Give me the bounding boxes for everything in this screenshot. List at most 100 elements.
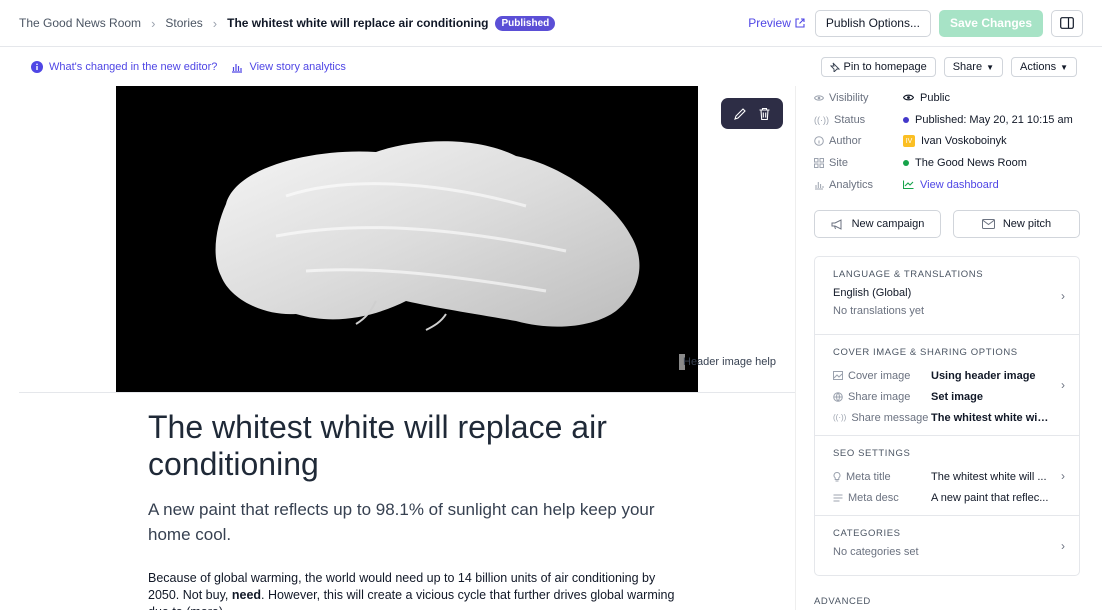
preview-label: Preview xyxy=(748,16,791,30)
categories-section[interactable]: CATEGORIES No categories set › xyxy=(815,516,1079,575)
categories-heading: CATEGORIES xyxy=(833,528,901,540)
trash-icon[interactable] xyxy=(758,107,771,121)
bar-chart-icon xyxy=(232,63,243,73)
meta-title-row: Meta title The whitest white will ... xyxy=(833,466,1061,487)
new-pitch-label: New pitch xyxy=(1002,218,1052,231)
share-image-key: Share image xyxy=(848,390,911,403)
site-value: The Good News Room xyxy=(915,156,1027,169)
chevron-right-icon: › xyxy=(1061,378,1065,393)
divider xyxy=(19,392,795,393)
language-heading: LANGUAGE & TRANSLATIONS xyxy=(833,269,984,281)
author-label: Author xyxy=(829,135,862,148)
broadcast-icon: ((·)) xyxy=(814,114,829,125)
site-dot xyxy=(903,159,909,166)
site-label: Site xyxy=(829,156,848,169)
visibility-label: Visibility xyxy=(829,91,869,104)
pin-label: Pin to homepage xyxy=(843,61,927,73)
breadcrumb-site[interactable]: The Good News Room xyxy=(19,16,141,30)
header-image-help[interactable]: Header image help xyxy=(679,354,778,370)
meta-desc-value: A new paint that reflec... xyxy=(931,491,1049,504)
share-image-row: Share image Set image xyxy=(833,386,1061,407)
analytics-value: View dashboard xyxy=(920,178,999,191)
pin-icon xyxy=(829,62,840,72)
meta-desc-key: Meta desc xyxy=(848,491,899,504)
text-lines-icon xyxy=(833,494,843,502)
share-message-value: The whitest white will ... xyxy=(931,411,1051,424)
broadcast-icon: ((·)) xyxy=(833,413,847,423)
language-section[interactable]: LANGUAGE & TRANSLATIONS English (Global)… xyxy=(815,257,1079,336)
actions-dropdown[interactable]: Actions ▼ xyxy=(1011,57,1077,77)
analytics-label: Analytics xyxy=(829,178,874,191)
whats-changed-label: What's changed in the new editor? xyxy=(49,61,218,73)
pencil-icon[interactable] xyxy=(733,107,747,121)
status-value: Published: May 20, 21 10:15 am xyxy=(915,113,1073,126)
status-label: Status xyxy=(834,113,866,126)
body-bold-text: need xyxy=(231,588,262,602)
chevron-right-icon: › xyxy=(1061,538,1065,553)
top-bar: The Good News Room › Stories › The white… xyxy=(0,0,1102,47)
meta-analytics: Analytics View dashboard xyxy=(814,174,1080,196)
story-editor: Header image help The whitest white will… xyxy=(19,86,796,610)
settings-panel: LANGUAGE & TRANSLATIONS English (Global)… xyxy=(814,256,1080,577)
new-campaign-label: New campaign xyxy=(851,218,925,231)
external-link-icon xyxy=(795,18,805,28)
megaphone-icon xyxy=(831,219,842,230)
mail-icon xyxy=(981,219,995,230)
pin-homepage-button[interactable]: Pin to homepage xyxy=(820,57,936,77)
seo-heading: SEO SETTINGS xyxy=(833,448,911,460)
lightbulb-icon xyxy=(833,471,841,482)
page-title: The whitest white will replace air condi… xyxy=(227,16,489,30)
grid-icon xyxy=(814,157,824,168)
meta-title-value: The whitest white will ... xyxy=(931,470,1047,483)
cover-image-key: Cover image xyxy=(848,369,911,382)
sub-bar: What's changed in the new editor? View s… xyxy=(0,48,1102,86)
chevron-right-icon: › xyxy=(151,15,156,31)
story-analytics-label: View story analytics xyxy=(249,61,346,73)
toggle-sidebar-button[interactable] xyxy=(1051,9,1083,37)
cover-image-row: Cover image Using header image xyxy=(833,365,1061,386)
whats-changed-link[interactable]: What's changed in the new editor? xyxy=(31,61,217,73)
share-dropdown[interactable]: Share ▼ xyxy=(943,57,1003,77)
trend-icon xyxy=(903,180,914,190)
view-dashboard-link[interactable]: View dashboard xyxy=(903,179,999,191)
breadcrumb-stories[interactable]: Stories xyxy=(165,16,202,30)
info-icon xyxy=(31,61,43,73)
status-dot xyxy=(903,116,909,123)
cover-image-section[interactable]: COVER IMAGE & SHARING OPTIONS Cover imag… xyxy=(815,335,1079,437)
visibility-value: Public xyxy=(920,91,950,104)
cover-image-value: Using header image xyxy=(931,369,1036,382)
advanced-heading[interactable]: ADVANCED xyxy=(814,596,1080,607)
actions-label: Actions xyxy=(1020,61,1057,73)
categories-note: No categories set xyxy=(833,546,919,559)
publish-options-button[interactable]: Publish Options... xyxy=(814,9,931,37)
share-label: Share xyxy=(952,61,983,73)
info-icon xyxy=(814,136,824,147)
share-image-value: Set image xyxy=(931,390,983,403)
story-analytics-link[interactable]: View story analytics xyxy=(231,61,346,73)
chevron-right-icon: › xyxy=(212,15,218,31)
preview-link[interactable]: Preview xyxy=(748,16,805,30)
globe-icon xyxy=(833,392,843,402)
translations-note: No translations yet xyxy=(833,305,925,318)
meta-author: Author IV Ivan Voskoboinyk xyxy=(814,130,1080,152)
caret-down-icon: ▼ xyxy=(1060,62,1068,72)
language-value: English (Global) xyxy=(833,287,912,300)
share-message-key: Share message xyxy=(851,411,929,424)
new-campaign-button[interactable]: New campaign xyxy=(814,210,941,239)
avatar: IV xyxy=(903,135,915,148)
story-title[interactable]: The whitest white will replace air condi… xyxy=(148,409,708,483)
meta-status: ((·)) Status Published: May 20, 21 10:15… xyxy=(814,109,1080,131)
meta-visibility: Visibility Public xyxy=(814,87,1080,109)
story-subtitle[interactable]: A new paint that reflects up to 98.1% of… xyxy=(148,497,688,547)
story-body[interactable]: Because of global warming, the world wou… xyxy=(148,570,688,610)
new-pitch-button[interactable]: New pitch xyxy=(953,210,1080,239)
header-image[interactable] xyxy=(116,86,698,392)
image-toolbar xyxy=(721,98,783,129)
sidebar-icon xyxy=(1060,17,1074,29)
share-message-row: ((·)) Share message The whitest white wil… xyxy=(833,407,1061,428)
save-changes-button[interactable]: Save Changes xyxy=(938,9,1043,37)
meta-title-key: Meta title xyxy=(846,470,891,483)
image-icon xyxy=(833,371,843,381)
seo-section[interactable]: SEO SETTINGS Meta title The whitest whit… xyxy=(815,436,1079,517)
meta-site: Site The Good News Room xyxy=(814,152,1080,174)
